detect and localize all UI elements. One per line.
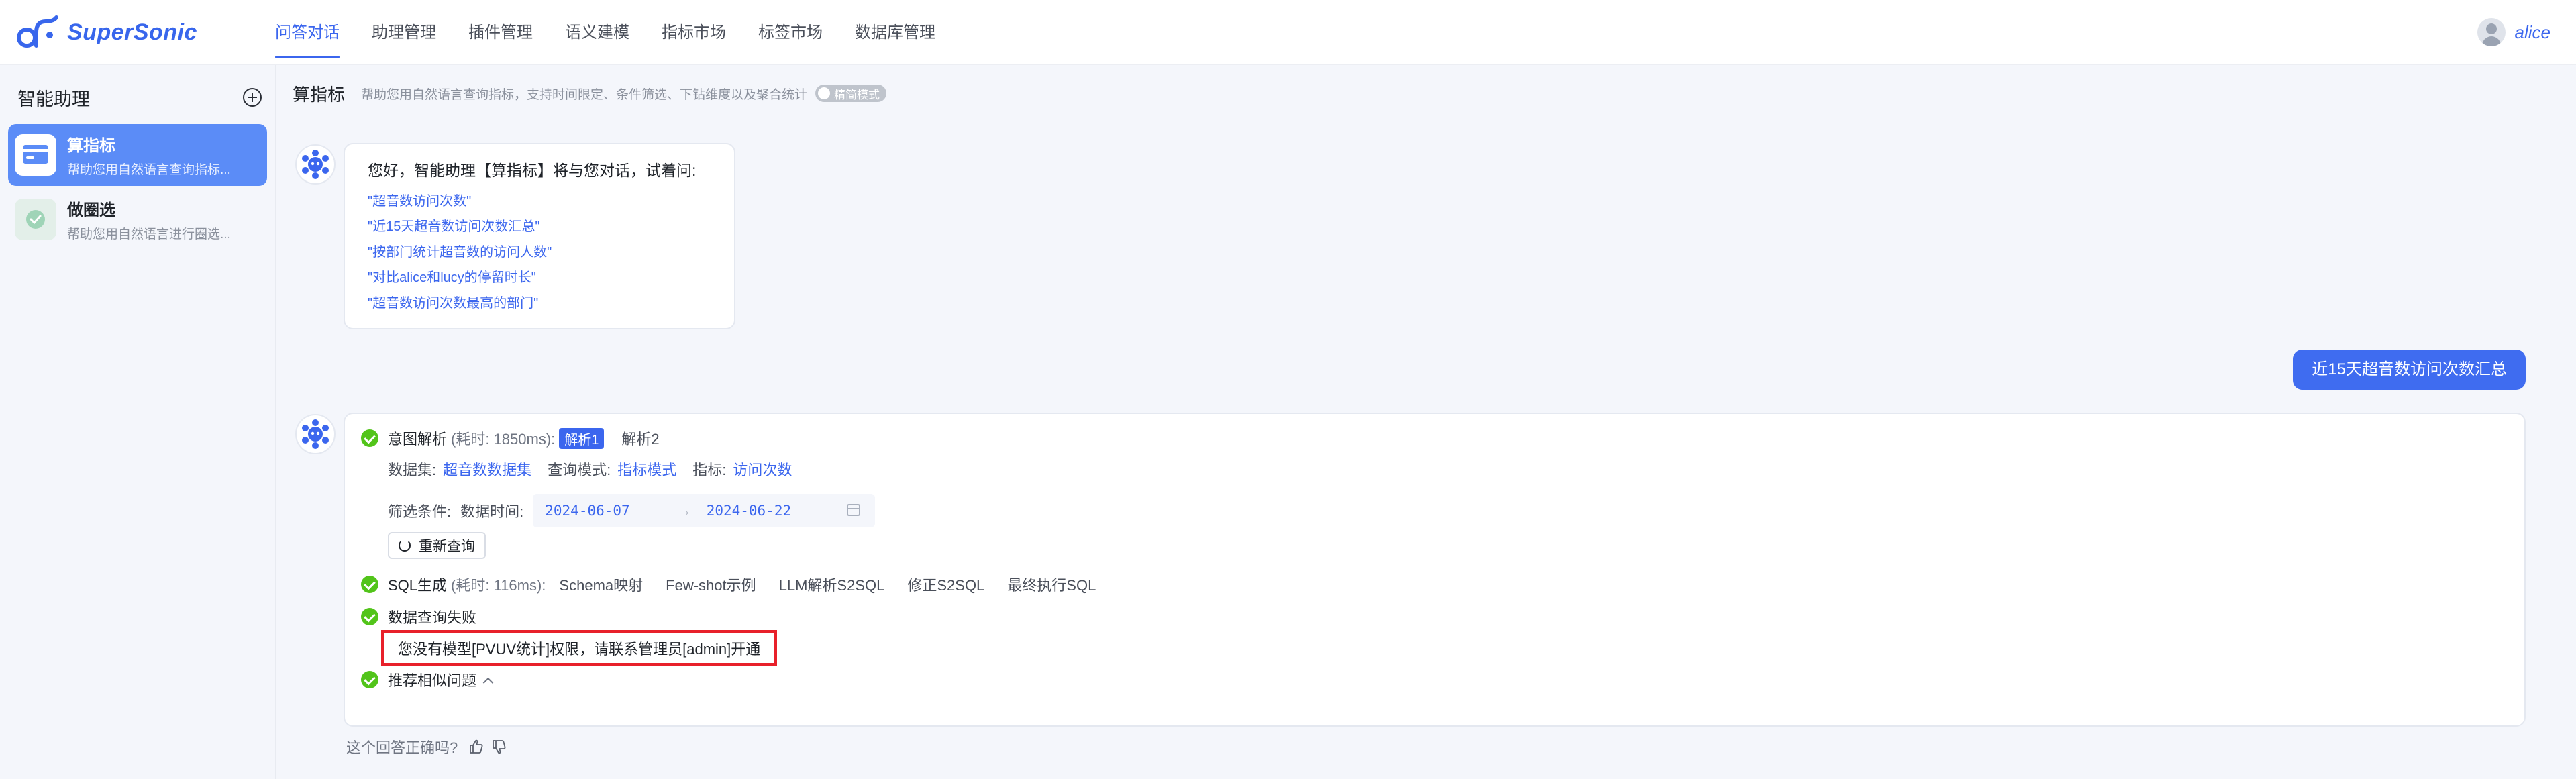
check-icon: [361, 608, 378, 625]
agent-desc: 帮助您用自然语言进行圈选...: [67, 227, 231, 242]
nav-item-semantic-modeling[interactable]: 语义建模: [565, 0, 629, 65]
intent-time: (耗时: 1850ms):: [451, 431, 556, 448]
requery-label: 重新查询: [419, 539, 475, 554]
app-logo[interactable]: SuperSonic: [16, 12, 197, 52]
agent-sidebar: 智能助理 算指标 帮助您用自然语言查询指标... 做圈选 帮助您用自然语言进行圈…: [0, 65, 276, 779]
suggestion-item[interactable]: "按部门统计超音数的访问人数": [368, 241, 552, 260]
suggestion-item[interactable]: "对比alice和lucy的停留时长": [368, 266, 536, 286]
error-text: 您没有模型[PVUV统计]权限，请联系管理员[admin]开通: [398, 641, 761, 658]
recommend-row[interactable]: 推荐相似问题: [361, 668, 494, 692]
intent-parse-row: 意图解析 (耗时: 1850ms): 解析1 解析2: [361, 426, 660, 450]
filter-row: 筛选条件: 数据时间: 2024-06-07 → 2024-06-22: [388, 492, 876, 529]
date-start[interactable]: 2024-06-07: [545, 503, 629, 519]
parse-tab-2[interactable]: 解析2: [621, 427, 659, 449]
sql-step-correct[interactable]: 修正S2SQL: [907, 574, 984, 595]
sql-step-schema[interactable]: Schema映射: [559, 574, 643, 595]
greeting-title: 您好，智能助理【算指标】将与您对话，试着问:: [368, 162, 697, 179]
agent-item-selection[interactable]: 做圈选 帮助您用自然语言进行圈选...: [8, 189, 267, 250]
requery-button[interactable]: 重新查询: [388, 532, 486, 559]
sql-generation-row: SQL生成 (耗时: 116ms): Schema映射 Few-shot示例 L…: [361, 572, 1096, 596]
nav-item-plugin-management[interactable]: 插件管理: [468, 0, 533, 65]
date-arrow-icon: →: [676, 502, 692, 519]
intent-label: 意图解析: [388, 431, 448, 448]
nav-item-chat[interactable]: 问答对话: [275, 0, 340, 65]
selection-agent-icon: [15, 199, 56, 240]
feedback-bar: 这个回答正确吗?: [346, 735, 507, 759]
suggestion-item[interactable]: "近15天超音数访问次数汇总": [368, 215, 539, 235]
nav-item-agent-management[interactable]: 助理管理: [372, 0, 436, 65]
toggle-label: 精简模式: [834, 88, 880, 101]
sql-step-final[interactable]: 最终执行SQL: [1007, 574, 1096, 595]
chat-header: 算指标 帮助您用自然语言查询指标，支持时间限定、条件筛选、下钻维度以及聚合统计 …: [293, 80, 887, 107]
check-icon: [361, 576, 378, 593]
user-message-bubble: 近15天超音数访问次数汇总: [2293, 350, 2526, 390]
metric-agent-icon: [15, 134, 56, 176]
suggestion-item[interactable]: "超音数访问次数": [368, 190, 471, 209]
nav-item-database-management[interactable]: 数据库管理: [855, 0, 935, 65]
metric-label: 指标:: [692, 462, 727, 478]
check-icon: [361, 671, 378, 688]
main-nav: 问答对话 助理管理 插件管理 语义建模 指标市场 标签市场 数据库管理: [275, 0, 968, 65]
page-title: 算指标: [293, 84, 346, 105]
thumbs-up-icon[interactable]: [468, 739, 484, 755]
answer-card: 意图解析 (耗时: 1850ms): 解析1 解析2 数据集: 超音数数据集 查…: [344, 413, 2526, 727]
filter-label: 筛选条件:: [388, 503, 452, 520]
agent-name: 做圈选: [67, 201, 115, 219]
query-fail-row: 数据查询失败: [361, 605, 476, 629]
chat-main: 算指标 帮助您用自然语言查询指标，支持时间限定、条件筛选、下钻维度以及聚合统计 …: [276, 65, 2576, 779]
agent-desc: 帮助您用自然语言查询指标...: [67, 163, 231, 177]
query-mode-label: 查询模式:: [548, 462, 611, 478]
simple-mode-toggle[interactable]: 精简模式: [815, 85, 887, 102]
logo-icon: [17, 15, 58, 48]
bot-avatar-icon: [295, 144, 336, 185]
feedback-question: 这个回答正确吗?: [346, 739, 458, 756]
query-mode-value: 指标模式: [617, 462, 677, 478]
sidebar-header: 智能助理: [17, 84, 262, 111]
parse-meta-row: 数据集: 超音数数据集 查询模式: 指标模式 指标: 访问次数: [388, 457, 792, 481]
sql-time: (耗时: 116ms):: [451, 577, 546, 594]
calendar-icon[interactable]: [847, 504, 861, 516]
nav-item-tag-market[interactable]: 标签市场: [758, 0, 823, 65]
page-desc: 帮助您用自然语言查询指标，支持时间限定、条件筛选、下钻维度以及聚合统计: [361, 87, 808, 102]
greeting-card: 您好，智能助理【算指标】将与您对话，试着问: "超音数访问次数" "近15天超音…: [344, 143, 735, 329]
recommend-label: 推荐相似问题: [388, 672, 477, 689]
dataset-label: 数据集:: [388, 462, 437, 478]
suggestion-item[interactable]: "超音数访问次数最高的部门": [368, 292, 538, 311]
user-menu[interactable]: alice: [2477, 17, 2551, 47]
sidebar-title: 智能助理: [17, 89, 90, 109]
sql-step-fewshot[interactable]: Few-shot示例: [666, 574, 756, 595]
agent-item-metric[interactable]: 算指标 帮助您用自然语言查询指标...: [8, 124, 267, 186]
avatar: [2477, 18, 2506, 46]
metric-link[interactable]: 访问次数: [733, 458, 792, 480]
add-agent-icon[interactable]: [243, 88, 262, 107]
sql-label: SQL生成: [388, 577, 448, 594]
logo-text: SuperSonic: [67, 19, 197, 45]
refresh-icon: [399, 539, 411, 552]
date-range-picker[interactable]: 2024-06-07 → 2024-06-22: [533, 494, 876, 527]
sql-step-llm[interactable]: LLM解析S2SQL: [779, 574, 885, 595]
parse-tab-1[interactable]: 解析1: [559, 427, 605, 449]
chevron-up-icon[interactable]: [482, 677, 494, 688]
agent-name: 算指标: [67, 137, 115, 155]
date-end[interactable]: 2024-06-22: [707, 503, 791, 519]
date-label: 数据时间:: [460, 503, 524, 520]
toggle-knob: [818, 87, 831, 99]
top-navbar: SuperSonic 问答对话 助理管理 插件管理 语义建模 指标市场 标签市场…: [0, 0, 2576, 65]
error-message: 您没有模型[PVUV统计]权限，请联系管理员[admin]开通: [381, 630, 778, 666]
query-fail-label: 数据查询失败: [388, 609, 477, 626]
dataset-link[interactable]: 超音数数据集: [443, 458, 531, 480]
nav-item-metric-market[interactable]: 指标市场: [662, 0, 726, 65]
thumbs-down-icon[interactable]: [491, 739, 507, 755]
check-icon: [361, 429, 378, 447]
user-name: alice: [2514, 21, 2551, 42]
bot-avatar-icon: [295, 414, 336, 454]
